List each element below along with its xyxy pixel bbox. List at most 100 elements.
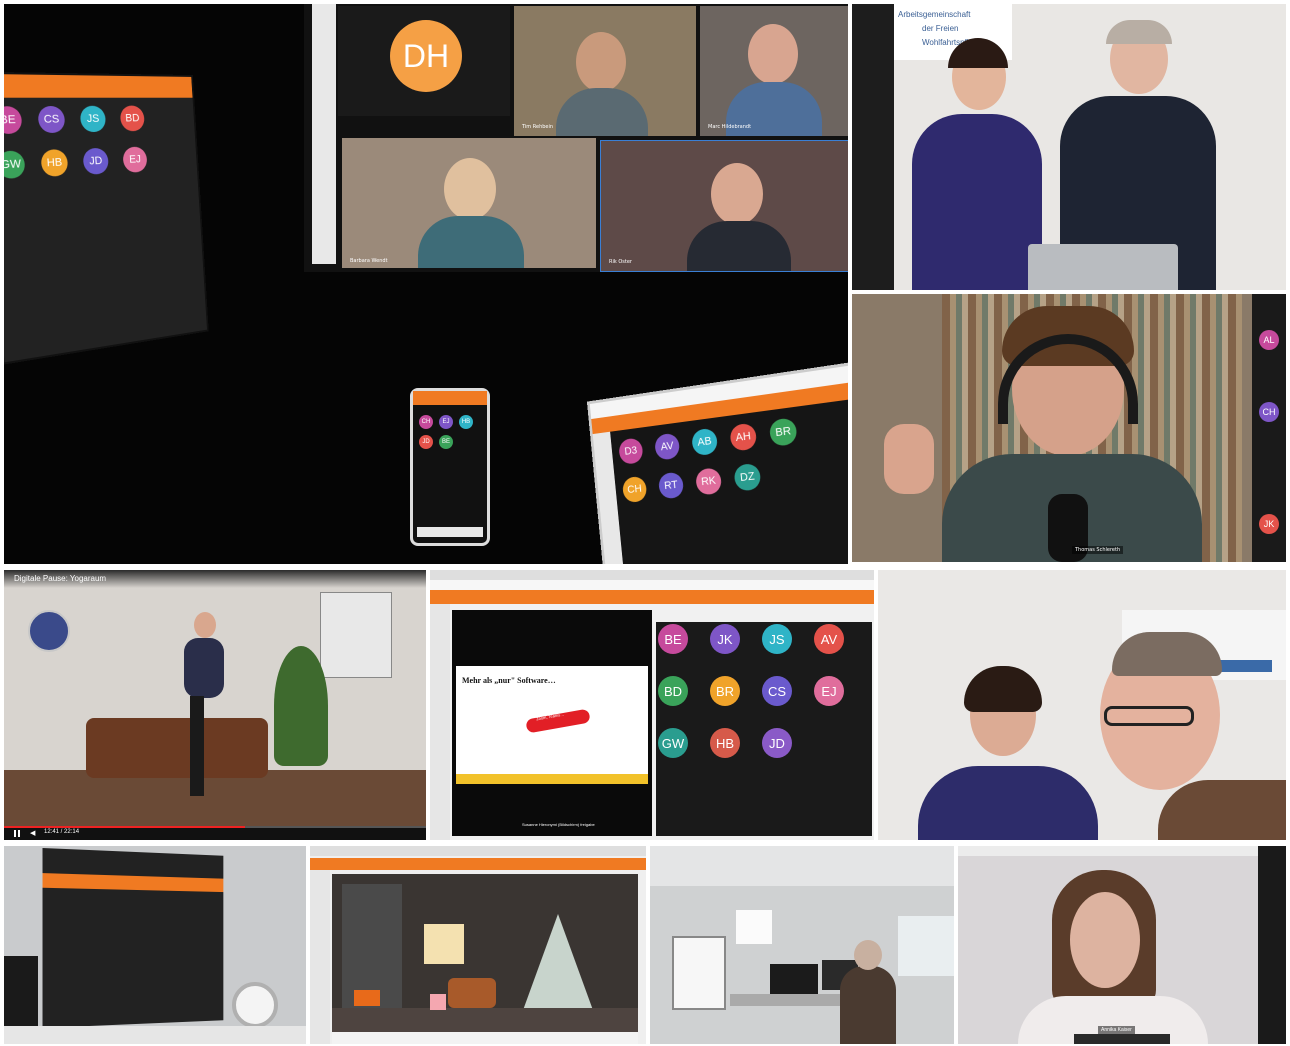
participant-avatar: JD (419, 435, 433, 449)
floor (332, 1008, 638, 1032)
sofa (86, 718, 268, 778)
browser-virtual-christmas-room (310, 846, 646, 1044)
participant-avatar: JK (710, 624, 740, 654)
participant-avatar: GW (658, 728, 688, 758)
ceiling (650, 846, 954, 886)
monitor (42, 847, 224, 1029)
participant-avatar: BR (768, 417, 798, 447)
progress-bar[interactable] (4, 826, 426, 828)
participant-avatar: JS (79, 105, 107, 133)
avatar: JK (1259, 514, 1279, 534)
desk-surface (4, 1026, 306, 1044)
yoga-woman-body (184, 638, 224, 698)
person-head (854, 940, 882, 970)
zoom-sidebar (312, 4, 336, 264)
video-label: Tim Rehbein (522, 124, 554, 130)
pink-box (430, 994, 446, 1010)
side-participant-strip (1258, 846, 1286, 1044)
man-glasses (1104, 706, 1194, 726)
fireplace-fire (354, 990, 380, 1006)
man-hair (1112, 632, 1222, 676)
laptop (1028, 244, 1178, 290)
photo-two-hosts-closeup (878, 570, 1286, 840)
participant-avatar: AB (690, 427, 719, 457)
participant-avatar: D3 (618, 437, 644, 465)
avatar: CH (1259, 402, 1279, 422)
floor (4, 770, 426, 830)
participant-avatar: BD (119, 105, 146, 132)
participant-avatar: RT (657, 471, 685, 500)
yoga-woman-legs (190, 696, 204, 796)
video-label: Barbara Wendt (350, 258, 388, 264)
participant-avatar: EJ (439, 415, 453, 429)
video-label: Rik Oster (609, 259, 632, 265)
video-label: Marc Hildebrandt (708, 124, 752, 130)
app-sidebar (310, 870, 330, 1044)
player-controls: ◀ 12:41 / 22:14 (4, 826, 426, 840)
app-header (430, 590, 874, 604)
phone-screen: CH EJ HB JD BE (410, 388, 490, 546)
armchair (448, 978, 496, 1008)
woman-body (918, 766, 1098, 840)
participant-avatar: JS (762, 624, 792, 654)
participant-avatar: DZ (733, 462, 762, 492)
slide-title: Mehr als „nur" Software… (462, 676, 556, 685)
video-tile-1: Tim Rehbein (514, 6, 696, 136)
participant-avatar: JD (82, 147, 110, 175)
softbox-top (736, 910, 772, 944)
play-pause-icon[interactable] (14, 830, 20, 837)
app-sidebar (430, 604, 450, 840)
participant-avatar: HB (459, 415, 473, 429)
participant-avatar: EJ (122, 146, 148, 173)
softbox-left (672, 936, 726, 1010)
window (898, 916, 954, 976)
raised-hand (884, 424, 934, 494)
monitor (770, 964, 818, 994)
plant (274, 646, 328, 766)
app-header (310, 858, 646, 870)
person-back (840, 966, 896, 1044)
participant-avatar: CS (762, 676, 792, 706)
bottom-toolbar (332, 1032, 638, 1044)
participant-avatar: GW (4, 150, 26, 180)
avatar-dh: DH (390, 20, 462, 92)
avatar: AL (1259, 330, 1279, 350)
tablet-screen-left: BE CS JS BD GW HB JD EJ (4, 71, 209, 365)
photo-desk-monitor-clock (4, 846, 306, 1044)
participant-avatar: EJ (814, 676, 844, 706)
participant-grid: BE CS JS BD GW HB JD EJ (4, 103, 203, 355)
browser-tabbar (310, 846, 646, 856)
participant-avatar: BR (710, 676, 740, 706)
sign-line: der Freien (922, 24, 959, 33)
woman-face (1070, 892, 1140, 988)
window (424, 924, 464, 964)
participant-avatar: AV (653, 432, 681, 461)
participant-avatar: AV (814, 624, 844, 654)
participant-avatar: HB (40, 149, 69, 177)
participant-avatar: RK (694, 467, 723, 496)
photo-two-hosts-laptop: Arbeitsgemeinschaft der Freien Wohlfahrt… (852, 4, 1286, 290)
video-tile-dh: DH (338, 6, 510, 116)
participant-avatar: BE (4, 106, 23, 135)
browser-tabbar (430, 570, 874, 580)
dark-panel (852, 4, 894, 290)
woman-body (912, 114, 1042, 290)
video-tile-4: Rik Oster (600, 140, 848, 272)
wall-clock (28, 610, 70, 652)
virtual-room (332, 874, 638, 1032)
participant-avatar: BE (658, 624, 688, 654)
slide-footer (456, 774, 648, 784)
participant-grid: CH EJ HB JD BE (417, 413, 483, 523)
woman-hair (964, 666, 1042, 712)
side-participant-strip: AL CH JK (1252, 294, 1286, 562)
participant-avatar: CS (37, 105, 66, 134)
participant-grid: BE JK JS AV BD BR CS EJ GW HB JD (656, 622, 872, 836)
top-bar (958, 846, 1258, 856)
monitor-center: DH Tim Rehbein Marc Hildebrandt Barbara … (304, 4, 848, 272)
volume-icon[interactable]: ◀ (30, 830, 35, 838)
participant-avatar: CH (419, 415, 433, 429)
participant-avatar: BD (658, 676, 688, 706)
alarm-clock (232, 982, 278, 1028)
video-tile-3: Barbara Wendt (342, 138, 596, 268)
bottom-toolbar (1074, 1034, 1170, 1044)
